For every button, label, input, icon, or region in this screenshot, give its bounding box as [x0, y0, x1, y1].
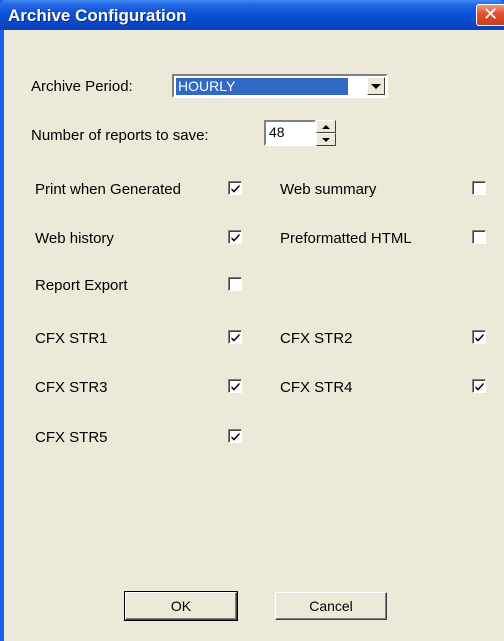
chevron-down-icon — [371, 83, 381, 89]
web-summary-checkbox[interactable] — [472, 181, 486, 195]
print-when-generated-checkbox[interactable] — [228, 181, 242, 195]
cfx-str1-label: CFX STR1 — [35, 330, 108, 347]
report-export-label: Report Export — [35, 277, 128, 294]
arrow-down-icon — [322, 137, 330, 142]
cfx-str2-label: CFX STR2 — [280, 330, 353, 347]
checkmark-icon — [231, 382, 240, 391]
arrow-up-icon — [322, 124, 330, 129]
archive-period-value: HOURLY — [176, 78, 348, 95]
close-icon: ✕ — [482, 4, 499, 25]
cfx-str1-checkbox[interactable] — [228, 330, 242, 344]
web-history-label: Web history — [35, 230, 114, 247]
checkmark-icon — [231, 184, 240, 193]
ok-button[interactable]: OK — [124, 591, 238, 621]
cfx-str5-label: CFX STR5 — [35, 429, 108, 446]
checkmark-icon — [475, 382, 484, 391]
checkmark-icon — [231, 233, 240, 242]
cfx-str4-checkbox[interactable] — [472, 379, 486, 393]
preformatted-html-checkbox[interactable] — [472, 230, 486, 244]
dialog-body: Archive Period: HOURLY Number of reports… — [4, 30, 504, 641]
archive-period-label: Archive Period: — [31, 78, 133, 95]
reports-to-save-input[interactable]: 48 — [264, 120, 316, 146]
reports-to-save-label: Number of reports to save: — [31, 127, 209, 144]
cfx-str3-checkbox[interactable] — [228, 379, 242, 393]
checkmark-icon — [475, 333, 484, 342]
cfx-str4-label: CFX STR4 — [280, 379, 353, 396]
cfx-str2-checkbox[interactable] — [472, 330, 486, 344]
spin-down-button[interactable] — [316, 133, 336, 146]
web-summary-label: Web summary — [280, 181, 377, 198]
cancel-button[interactable]: Cancel — [275, 592, 387, 620]
dropdown-button[interactable] — [367, 77, 385, 95]
preformatted-html-label: Preformatted HTML — [280, 230, 412, 247]
dialog-window: Archive Configuration ✕ Archive Period: … — [0, 0, 504, 641]
cfx-str3-label: CFX STR3 — [35, 379, 108, 396]
spin-up-button[interactable] — [316, 120, 336, 133]
checkmark-icon — [231, 432, 240, 441]
print-when-generated-label: Print when Generated — [35, 181, 181, 198]
close-button[interactable]: ✕ — [476, 4, 504, 26]
reports-spinner — [316, 120, 336, 146]
web-history-checkbox[interactable] — [228, 230, 242, 244]
checkmark-icon — [231, 333, 240, 342]
archive-period-dropdown[interactable]: HOURLY — [172, 74, 388, 98]
cfx-str5-checkbox[interactable] — [228, 429, 242, 443]
window-title: Archive Configuration — [8, 6, 187, 25]
title-bar: Archive Configuration ✕ — [0, 0, 504, 30]
report-export-checkbox[interactable] — [228, 277, 242, 291]
